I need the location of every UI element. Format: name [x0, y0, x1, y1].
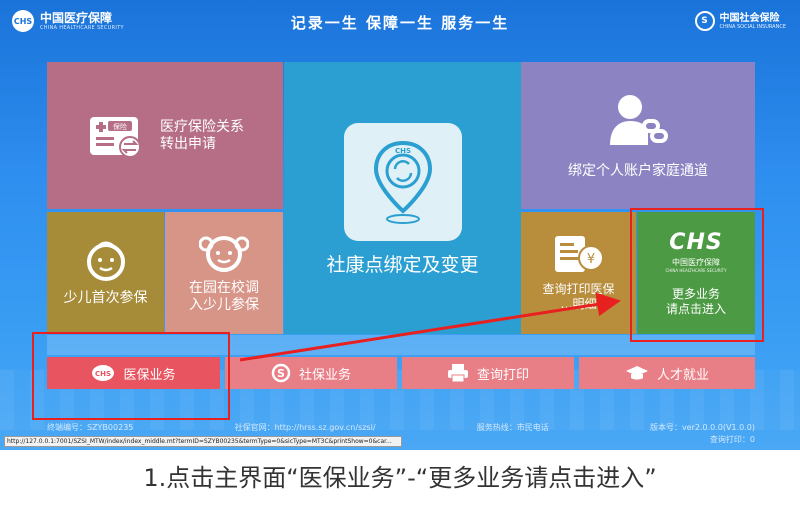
kiosk-screen: CHS 中国医疗保障 CHINA HEALTHCARE SECURITY 记录一… — [0, 0, 800, 450]
instruction-caption: 1.点击主界面“医保业务”-“更多业务请点击进入” — [143, 464, 657, 492]
annotation-arrow — [239, 292, 621, 362]
